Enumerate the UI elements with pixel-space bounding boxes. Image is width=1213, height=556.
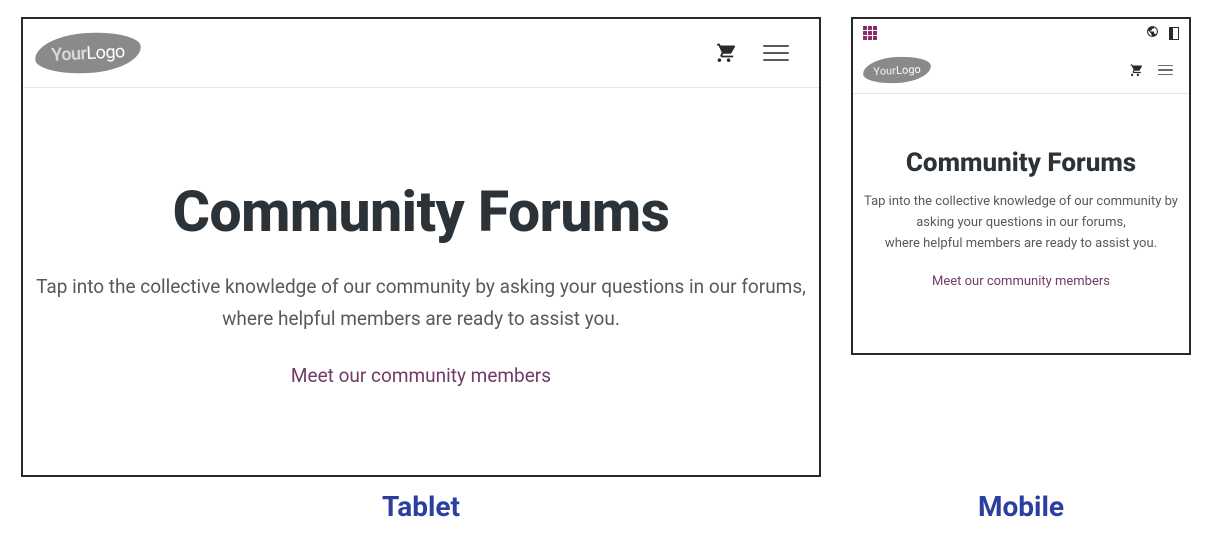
subtitle-line-2: where helpful members are ready to assis…	[222, 307, 620, 330]
community-members-link[interactable]: Meet our community members	[291, 364, 551, 387]
community-members-link-mobile[interactable]: Meet our community members	[932, 274, 1110, 289]
site-logo[interactable]: YourLogo	[34, 30, 142, 75]
logo-text-part1: Your	[51, 43, 87, 66]
tablet-viewport-frame: YourLogo Community Forums Tap into the c…	[21, 17, 821, 477]
subtitle-line-1-mobile: Tap into the collective knowledge of our…	[864, 194, 1178, 230]
globe-icon[interactable]	[1146, 25, 1159, 41]
status-right-icons	[1146, 25, 1179, 41]
logo-text-part2-mobile: Logo	[896, 62, 921, 76]
page-subtitle: Tap into the collective knowledge of our…	[35, 271, 807, 336]
tablet-header: YourLogo	[23, 19, 819, 88]
hamburger-menu-icon[interactable]	[763, 45, 789, 61]
header-actions	[713, 40, 789, 66]
page-title: Community Forums	[35, 178, 807, 245]
mobile-header: YourLogo	[853, 47, 1189, 94]
subtitle-line-1: Tap into the collective knowledge of our…	[36, 275, 806, 298]
orientation-icon[interactable]	[1169, 27, 1179, 40]
mobile-caption: Mobile	[851, 490, 1191, 523]
subtitle-line-2-mobile: where helpful members are ready to assis…	[885, 236, 1157, 251]
tablet-caption: Tablet	[21, 490, 821, 523]
mobile-status-bar	[853, 19, 1189, 47]
cart-icon-mobile[interactable]	[1128, 61, 1142, 80]
tablet-main-content: Community Forums Tap into the collective…	[23, 88, 819, 387]
hamburger-menu-icon-mobile[interactable]	[1158, 65, 1173, 76]
logo-text-part2: Logo	[86, 41, 125, 64]
page-subtitle-mobile: Tap into the collective knowledge of our…	[863, 192, 1179, 254]
cart-icon[interactable]	[713, 40, 735, 66]
mobile-viewport-frame: YourLogo Community Forums Tap into the c…	[851, 17, 1191, 355]
page-title-mobile: Community Forums	[863, 148, 1179, 178]
mobile-main-content: Community Forums Tap into the collective…	[853, 94, 1189, 289]
mobile-header-actions	[1128, 61, 1173, 80]
apps-grid-icon[interactable]	[863, 26, 877, 40]
logo-text-part1-mobile: Your	[873, 64, 896, 78]
site-logo-mobile[interactable]: YourLogo	[862, 55, 931, 85]
